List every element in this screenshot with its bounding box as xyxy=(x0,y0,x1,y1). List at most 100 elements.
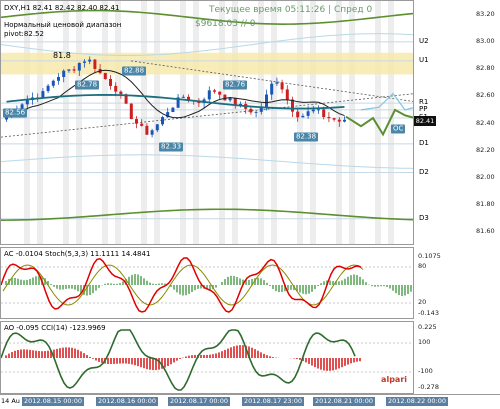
ao-axis-100: 100 xyxy=(418,338,430,346)
ao-bar xyxy=(119,358,121,364)
price-axis-label: 81.80 xyxy=(476,200,495,208)
price-axis-label: 82.40 xyxy=(476,119,495,127)
point-label: 81.8 xyxy=(53,51,71,60)
pivot-label-u1: U1 xyxy=(419,56,429,64)
ac-bar xyxy=(137,274,139,285)
ao-bar xyxy=(353,358,355,362)
ao-bar xyxy=(254,349,256,358)
ao-bar xyxy=(62,348,64,358)
ao-bar xyxy=(113,358,115,364)
ao-bar xyxy=(329,358,331,371)
ac-bar xyxy=(317,285,319,286)
ao-bar xyxy=(227,349,229,358)
ao-bar xyxy=(242,345,244,358)
forecast-alt-line xyxy=(361,94,414,110)
ao-bar xyxy=(29,350,31,358)
ao-bar xyxy=(143,358,145,368)
ac-bar xyxy=(371,285,373,286)
ao-axis: 0.225 100 -100 -0.278 xyxy=(414,321,500,394)
ao-bar xyxy=(98,358,100,362)
session-stripe xyxy=(219,1,225,245)
ao-bar xyxy=(296,358,298,359)
ao-bar xyxy=(350,358,352,363)
ac-bar xyxy=(359,277,361,285)
ac-bar xyxy=(230,276,232,285)
time-label-4: 2012.08.17 23:00 xyxy=(242,397,304,406)
price-axis-label: 82.20 xyxy=(476,146,495,154)
ac-bar xyxy=(158,284,160,285)
price-pane[interactable]: DXY,H1 82.41 82.42 82.40 82.41 Нормальны… xyxy=(0,0,414,245)
ao-bar xyxy=(35,351,37,358)
ac-bar xyxy=(95,285,97,291)
ac-bar xyxy=(308,285,310,294)
price-axis-label: 81.60 xyxy=(476,227,495,235)
time-label-5: 2012.08.21 00:00 xyxy=(313,397,375,406)
range-title: Нормальный ценовой диапазон xyxy=(4,21,121,29)
ac-bar xyxy=(347,277,349,285)
ac-bar xyxy=(302,285,304,294)
ac-bar xyxy=(275,285,277,291)
candle-body xyxy=(57,77,60,81)
session-stripe xyxy=(76,1,82,245)
ao-bar xyxy=(80,351,82,358)
ao-bar xyxy=(203,355,205,358)
ao-bar xyxy=(110,358,112,364)
ao-bar xyxy=(236,346,238,358)
ao-bar xyxy=(59,348,61,358)
ao-bar xyxy=(32,350,34,358)
ao-bar xyxy=(137,358,139,366)
ao-bar xyxy=(221,351,223,358)
candle-body xyxy=(255,112,258,113)
ac-bar xyxy=(20,280,22,285)
candle-body xyxy=(218,92,221,95)
ac-bar xyxy=(134,274,136,285)
candle-body xyxy=(130,104,133,119)
ac-bar xyxy=(236,277,238,285)
candle-body xyxy=(333,118,336,120)
ao-bar xyxy=(260,352,262,358)
pivot-label-d3: D3 xyxy=(419,214,429,222)
ao-bar xyxy=(89,357,91,358)
ac-bar xyxy=(299,285,301,292)
pivot-label-u2: U2 xyxy=(419,37,429,45)
ao-bar xyxy=(179,358,181,359)
ao-bar xyxy=(149,358,151,370)
ac-bar xyxy=(269,285,271,286)
candle-body xyxy=(93,60,96,69)
ao-cci-pane[interactable]: AO -0.095 CCI(14) -123.9969 xyxy=(0,321,414,394)
ac-bar xyxy=(122,281,124,285)
ac-bar xyxy=(32,278,34,285)
ao-bar xyxy=(173,358,175,362)
ac-bar xyxy=(182,285,184,296)
ao-bar xyxy=(299,358,301,360)
ac-bar xyxy=(233,276,235,285)
stochastic-pane[interactable]: AC -0.0104 Stoch(5,3,3) 11.1111 14.4841 xyxy=(0,247,414,319)
session-stripe xyxy=(193,1,199,245)
ao-bar xyxy=(308,358,310,364)
candle-body xyxy=(52,81,55,86)
ac-bar xyxy=(29,279,31,285)
stoch-axis-min: -0.143 xyxy=(418,309,439,317)
ao-bar xyxy=(344,358,346,366)
level-tag-low: 82.33 xyxy=(159,143,183,152)
time-label-2: 2012.08.16 00:00 xyxy=(96,397,158,406)
candle-body xyxy=(78,63,81,71)
ao-bar xyxy=(257,351,259,358)
ao-bar xyxy=(8,354,10,358)
price-chart-canvas xyxy=(1,1,414,245)
ao-bar xyxy=(272,357,274,358)
ac-bar xyxy=(119,283,121,285)
candle-body xyxy=(291,100,294,112)
stoch-axis-80: 80 xyxy=(418,262,426,270)
ao-bar xyxy=(266,355,268,358)
ac-bar xyxy=(179,285,181,295)
ao-bar xyxy=(11,352,13,358)
candle-body xyxy=(119,92,122,95)
candle-body xyxy=(275,82,278,83)
ao-bar xyxy=(152,358,154,370)
candle-body xyxy=(62,71,65,77)
ac-bar xyxy=(92,285,94,293)
ao-bar xyxy=(251,348,253,358)
ao-bar xyxy=(47,351,49,358)
session-stripe xyxy=(63,1,69,245)
